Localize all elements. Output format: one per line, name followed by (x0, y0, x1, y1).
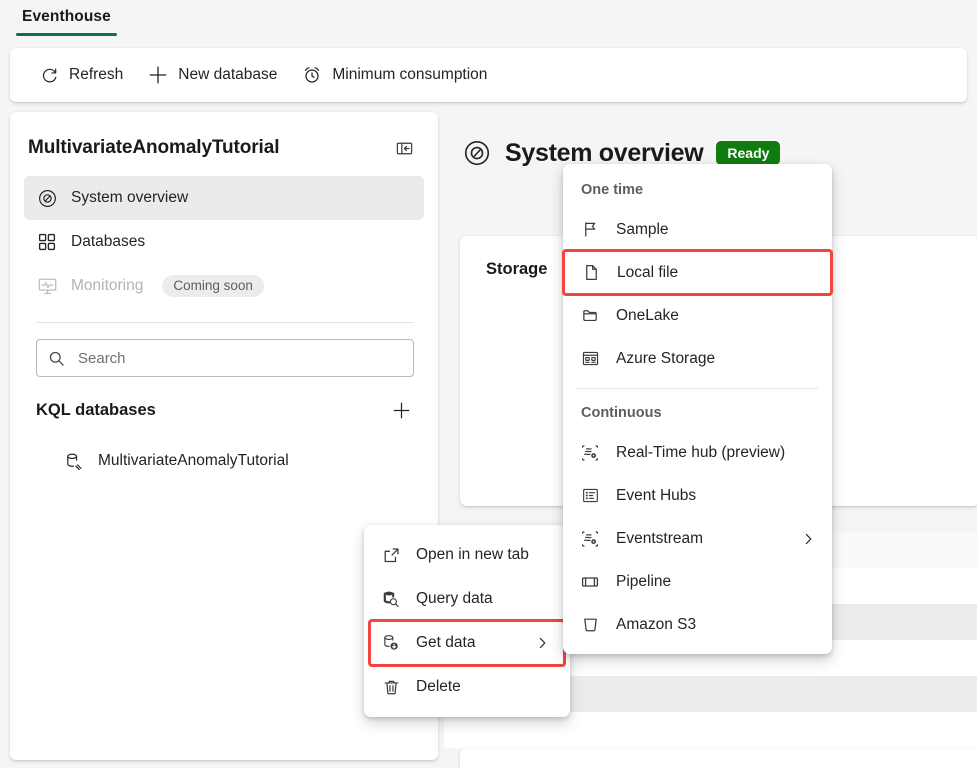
collapse-panel-icon (395, 139, 414, 158)
sidebar-header: MultivariateAnomalyTutorial (10, 112, 438, 172)
folder-icon (579, 305, 601, 327)
menu-item-delete[interactable]: Delete (364, 665, 570, 709)
submenu-item-azure-storage[interactable]: Azure Storage (563, 337, 832, 380)
add-kql-database-button[interactable] (386, 395, 416, 425)
new-database-button[interactable]: New database (137, 58, 287, 92)
get-data-icon (380, 632, 402, 654)
command-bar: Refresh New database Minimum consumption (10, 48, 967, 102)
chevron-right-icon (801, 531, 816, 546)
sidebar-title: MultivariateAnomalyTutorial (28, 137, 280, 158)
status-badge: Ready (716, 141, 781, 165)
tab-active-underline (16, 33, 117, 36)
submenu-item-sample[interactable]: Sample (563, 208, 832, 251)
submenu-group-label: One time (581, 182, 644, 198)
sidebar-item-databases[interactable]: Databases (24, 220, 424, 264)
plus-icon (391, 400, 412, 421)
submenu-item-onelake[interactable]: OneLake (563, 294, 832, 337)
list-item-label: MultivariateAnomalyTutorial (98, 452, 289, 469)
minimum-consumption-button[interactable]: Minimum consumption (291, 58, 497, 92)
document-icon (580, 262, 602, 284)
tab-eventhouse-label: Eventhouse (22, 8, 111, 25)
submenu-item-eventstream[interactable]: Eventstream (563, 517, 832, 560)
flag-icon (579, 219, 601, 241)
submenu-separator (577, 388, 818, 389)
list-item[interactable]: MultivariateAnomalyTutorial (20, 441, 428, 481)
plus-icon (147, 64, 169, 86)
menu-item-label: Query data (416, 590, 493, 607)
context-menu: Open in new tab Query data Get data Dele… (364, 525, 570, 717)
search-input[interactable] (76, 348, 402, 368)
submenu-item-pipeline[interactable]: Pipeline (563, 560, 832, 603)
kql-database-icon (62, 450, 84, 472)
refresh-icon (38, 64, 60, 86)
amazon-s3-icon (579, 614, 601, 636)
real-time-hub-icon (579, 442, 601, 464)
search-icon (48, 350, 65, 367)
pipeline-icon (579, 571, 601, 593)
submenu-item-event-hubs[interactable]: Event Hubs (563, 474, 832, 517)
minimum-consumption-label: Minimum consumption (332, 66, 488, 83)
menu-item-label: Open in new tab (416, 546, 529, 563)
gauge-icon (36, 187, 58, 209)
sidebar-item-label: Databases (71, 233, 146, 250)
submenu-item-label: OneLake (616, 306, 679, 324)
kql-databases-title: KQL databases (36, 400, 156, 419)
event-hubs-icon (579, 485, 601, 507)
page-header: System overview Ready (444, 112, 977, 168)
eventhouse-app: Eventhouse Refresh New database Minimum … (0, 0, 977, 768)
submenu-item-label: Pipeline (616, 572, 672, 590)
search-box[interactable] (36, 339, 414, 377)
sidebar-item-label: System overview (71, 189, 189, 206)
sidebar-item-monitoring: Monitoring Coming soon (24, 264, 424, 308)
trash-icon (380, 676, 402, 698)
sidebar-item-system-overview[interactable]: System overview (24, 176, 424, 220)
collapse-panel-button[interactable] (390, 134, 418, 162)
submenu-item-label: Local file (617, 263, 679, 281)
sidebar-search (10, 323, 438, 377)
monitor-pulse-icon (36, 275, 58, 297)
alarm-clock-icon (301, 64, 323, 86)
bottom-card (460, 748, 977, 768)
chevron-right-icon (535, 636, 550, 651)
kql-databases-header: KQL databases (10, 377, 438, 425)
sidebar-item-label: Monitoring (71, 277, 144, 294)
open-in-new-tab-icon (380, 544, 402, 566)
get-data-submenu: One time Sample Local file OneLake Azure… (562, 164, 833, 654)
menu-item-label: Delete (416, 678, 461, 695)
refresh-label: Refresh (69, 66, 124, 83)
gauge-icon (462, 138, 492, 168)
submenu-item-label: Eventstream (616, 529, 704, 547)
query-database-icon (380, 588, 402, 610)
submenu-item-real-time-hub[interactable]: Real-Time hub (preview) (563, 431, 832, 474)
new-database-label: New database (178, 66, 278, 83)
table-row (444, 712, 977, 748)
eventstream-icon (579, 528, 601, 550)
menu-item-get-data[interactable]: Get data (368, 619, 566, 667)
kql-databases-list: MultivariateAnomalyTutorial (10, 425, 438, 481)
submenu-group-label: Continuous (581, 405, 662, 421)
submenu-item-label: Real-Time hub (preview) (616, 443, 786, 461)
submenu-item-label: Azure Storage (616, 349, 716, 367)
sidebar-nav: System overview Databases Monitoring Com… (10, 172, 438, 308)
tab-eventhouse[interactable]: Eventhouse (16, 6, 117, 36)
azure-storage-icon (579, 348, 601, 370)
submenu-item-label: Amazon S3 (616, 615, 697, 633)
refresh-button[interactable]: Refresh (28, 58, 133, 92)
submenu-item-label: Sample (616, 220, 669, 238)
grid-squares-icon (36, 231, 58, 253)
tab-strip: Eventhouse (0, 0, 977, 46)
menu-item-label: Get data (416, 634, 476, 651)
submenu-item-local-file[interactable]: Local file (562, 249, 833, 296)
submenu-item-label: Event Hubs (616, 486, 697, 504)
menu-item-query-data[interactable]: Query data (364, 577, 570, 621)
menu-item-open-in-new-tab[interactable]: Open in new tab (364, 533, 570, 577)
submenu-item-amazon-s3[interactable]: Amazon S3 (563, 603, 832, 646)
status-badge: Coming soon (162, 275, 264, 297)
